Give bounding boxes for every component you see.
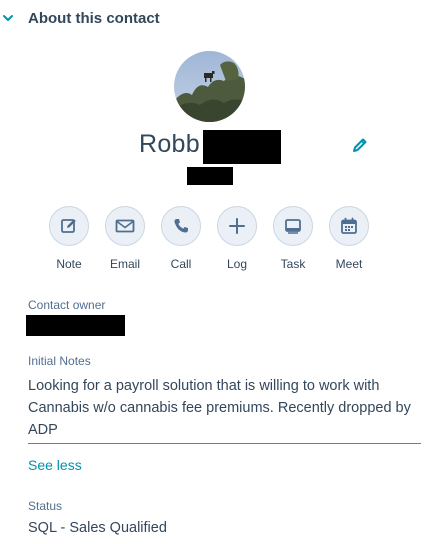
redacted-last-name — [203, 130, 281, 164]
envelope-icon — [105, 206, 145, 246]
task-icon — [273, 206, 313, 246]
note-action-button[interactable]: Note — [47, 206, 91, 271]
section-title: About this contact — [28, 10, 160, 27]
initial-notes-label: Initial Notes — [28, 354, 91, 368]
plus-icon — [217, 206, 257, 246]
meet-action-button[interactable]: Meet — [327, 206, 371, 271]
email-action-button[interactable]: Email — [103, 206, 147, 271]
call-action-button[interactable]: Call — [159, 206, 203, 271]
notes-field-underline — [28, 443, 421, 444]
action-label-meet: Meet — [335, 257, 363, 271]
pencil-edit-icon[interactable] — [352, 137, 368, 153]
redacted-contact-owner-value[interactable] — [26, 315, 125, 336]
log-action-button[interactable]: Log — [215, 206, 259, 271]
edit-note-icon — [49, 206, 89, 246]
chevron-down-icon — [3, 15, 13, 21]
action-label-log: Log — [226, 257, 248, 271]
action-label-call: Call — [170, 257, 192, 271]
contact-owner-label: Contact owner — [28, 298, 106, 312]
action-label-email: Email — [109, 257, 140, 271]
avatar — [174, 51, 245, 122]
phone-icon — [161, 206, 201, 246]
action-label-task: Task — [280, 257, 306, 271]
contact-first-name: Robb — [139, 130, 200, 158]
redacted-job-title — [187, 167, 233, 185]
status-value[interactable]: SQL - Sales Qualified — [28, 520, 167, 536]
status-label: Status — [28, 499, 63, 513]
about-contact-section-header[interactable]: About this contact — [0, 4, 435, 32]
calendar-icon — [329, 206, 369, 246]
task-action-button[interactable]: Task — [271, 206, 315, 271]
see-less-link[interactable]: See less — [28, 457, 82, 473]
initial-notes-value[interactable]: Looking for a payroll solution that is w… — [28, 375, 413, 441]
action-label-note: Note — [56, 257, 82, 271]
